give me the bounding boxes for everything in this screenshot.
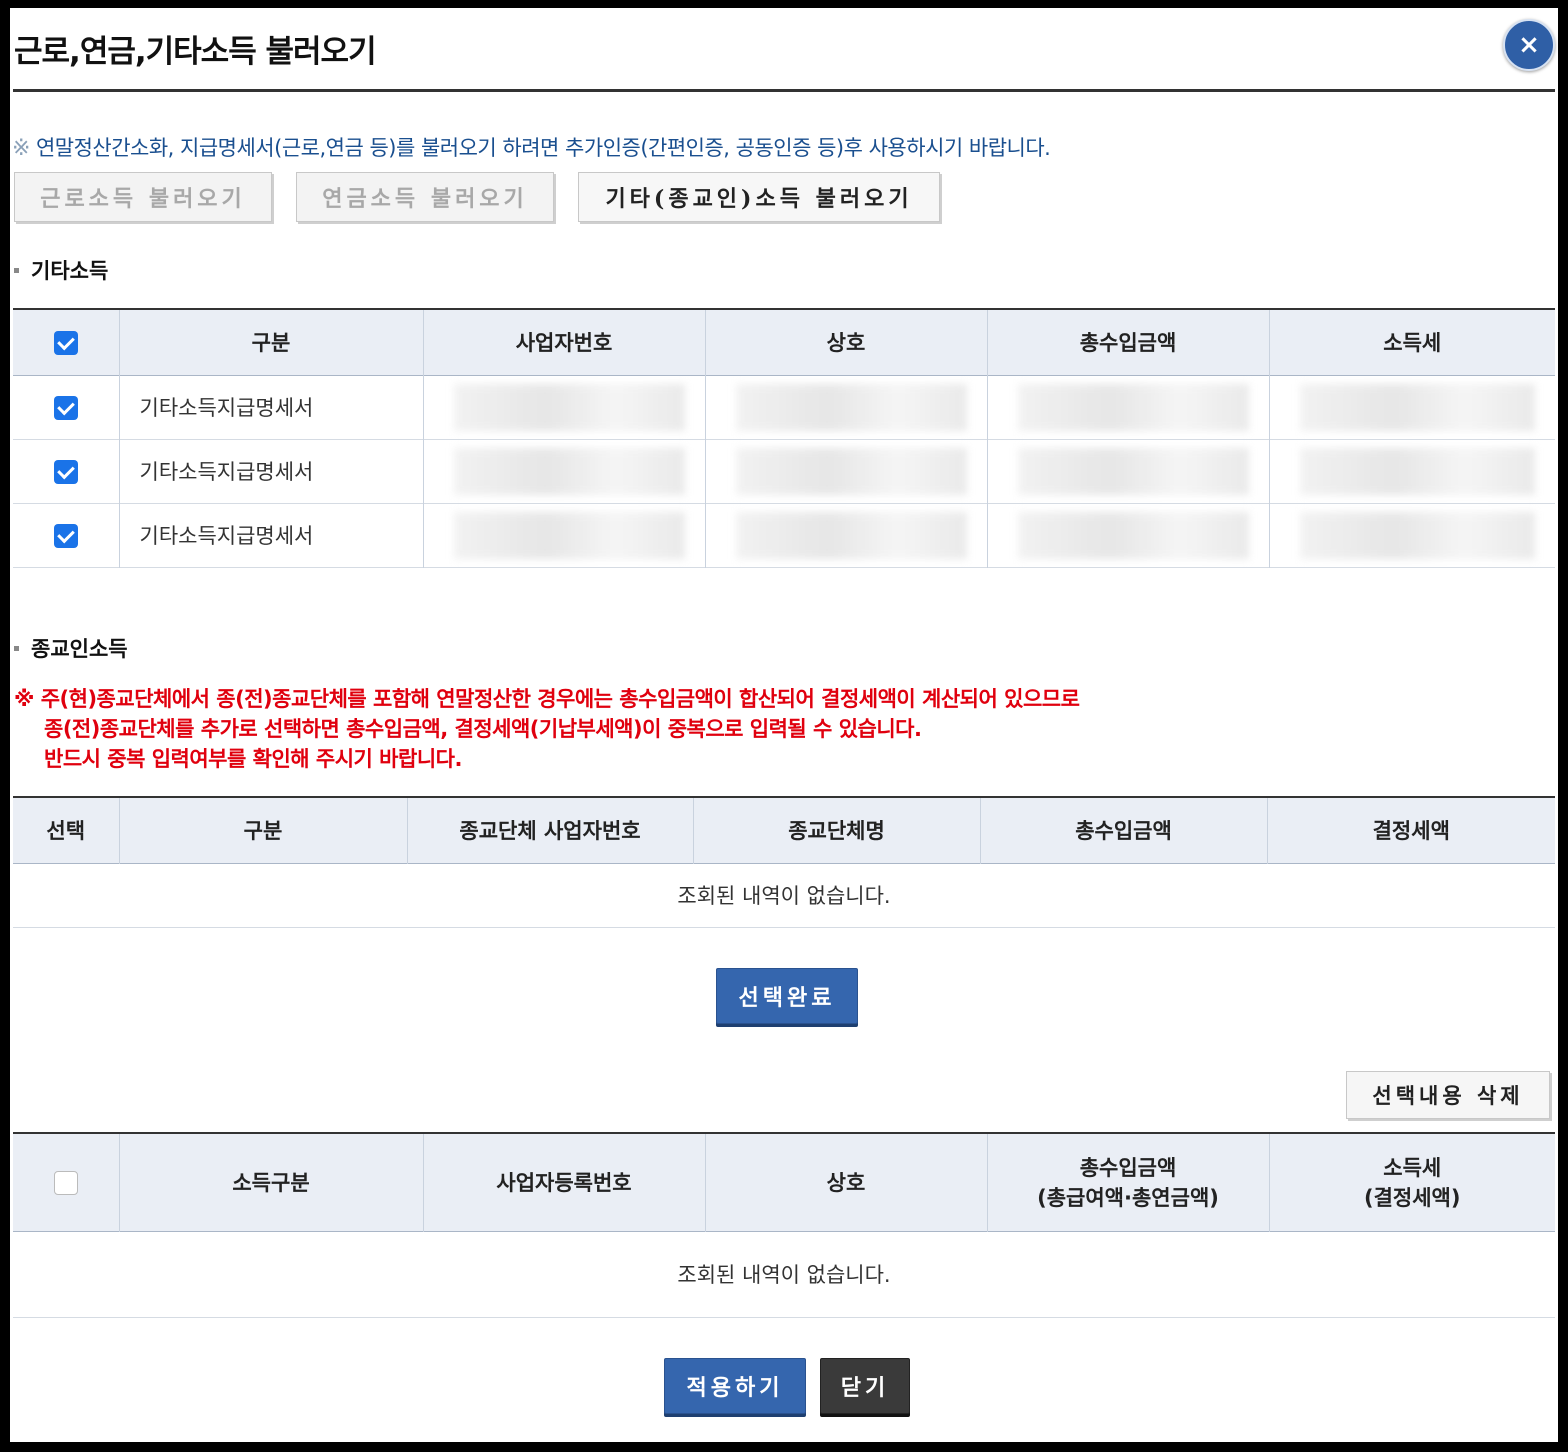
row-checkbox[interactable]: [53, 459, 78, 484]
notice-mark-icon: ※: [12, 136, 30, 161]
religious-income-heading: 종교인소득: [14, 633, 128, 663]
column-header: 총수입금액 (총급여액·총연금액): [987, 1133, 1270, 1231]
column-header: 총수입금액: [987, 309, 1270, 375]
column-header-line: 총수입금액: [1079, 1156, 1177, 1181]
delete-selected-button[interactable]: 선택내용 삭제: [1346, 1071, 1550, 1119]
redacted-cell: [705, 503, 988, 567]
redacted-cell: [987, 503, 1270, 567]
select-all-checkbox[interactable]: [53, 1170, 78, 1195]
column-header: 상호: [705, 1133, 988, 1231]
redacted-cell: [705, 439, 988, 503]
column-header: 사업자번호: [423, 309, 706, 375]
empty-row: 조회된 내역이 없습니다.: [13, 863, 1555, 927]
notice-text: 연말정산간소화, 지급명세서(근로,연금 등)를 불러오기 하려면 추가인증(간…: [35, 136, 1051, 160]
redacted-cell: [705, 375, 988, 439]
column-header: 소득세 (결정세액): [1269, 1133, 1555, 1231]
religious-income-table: 선택 구분 종교단체 사업자번호 종교단체명 총수입금액 결정세액 조회된 내역…: [13, 796, 1555, 928]
row-select-cell: [13, 439, 120, 503]
row-checkbox[interactable]: [53, 523, 78, 548]
column-header: 소득구분: [119, 1133, 424, 1231]
bullet-icon: [14, 267, 19, 273]
redacted-cell: [423, 375, 706, 439]
column-header: 상호: [705, 309, 988, 375]
column-header-line: (총급여액·총연금액): [1037, 1186, 1219, 1211]
warning-line: 종(전)종교단체를 추가로 선택하면 총수입금액, 결정세액(기납부세액)이 중…: [44, 717, 922, 741]
warning-line: 반드시 중복 입력여부를 확인해 주시기 바랍니다.: [44, 747, 462, 771]
table-header-row: 소득구분 사업자등록번호 상호 총수입금액 (총급여액·총연금액) 소득세 (결…: [13, 1133, 1555, 1231]
header-select-all: [13, 1133, 120, 1231]
column-header: 종교단체 사업자번호: [407, 797, 694, 863]
screen-frame: 근로,연금,기타소득 불러오기 × ※ 연말정산간소화, 지급명세서(근로,연금 …: [0, 0, 1568, 1452]
column-header: 결정세액: [1372, 819, 1450, 844]
table-header-row: 구분 사업자번호 상호 총수입금액 소득세: [13, 309, 1555, 375]
column-header: 선택: [13, 797, 120, 863]
redacted-cell: [987, 439, 1270, 503]
table-header-row: 선택 구분 종교단체 사업자번호 종교단체명 총수입금액 결정세액: [13, 797, 1555, 863]
table-row[interactable]: 기타소득지급명세서: [13, 439, 1555, 503]
warning-line: ※ 주(현)종교단체에서 종(전)종교단체를 포함해 연말정산한 경우에는 총수…: [14, 687, 1080, 711]
select-done-button[interactable]: 선택완료: [716, 968, 858, 1024]
apply-button[interactable]: 적용하기: [664, 1358, 806, 1414]
bullet-icon: [14, 645, 19, 651]
redacted-cell: [423, 503, 706, 567]
column-header: 총수입금액: [980, 797, 1268, 863]
table-row[interactable]: 기타소득지급명세서: [13, 503, 1555, 567]
column-header: 구분: [119, 797, 408, 863]
empty-message: 조회된 내역이 없습니다.: [677, 1263, 891, 1287]
income-type-cell: 기타소득지급명세서: [119, 503, 424, 567]
load-income-dialog: 근로,연금,기타소득 불러오기 × ※ 연말정산간소화, 지급명세서(근로,연금 …: [10, 8, 1558, 1442]
row-select-cell: [13, 375, 120, 439]
auth-notice: ※ 연말정산간소화, 지급명세서(근로,연금 등)를 불러오기 하려면 추가인증(…: [12, 132, 1051, 162]
empty-row: 조회된 내역이 없습니다.: [13, 1231, 1555, 1317]
column-header-line: (결정세액): [1364, 1186, 1461, 1211]
load-other-income-button[interactable]: 기타(종교인)소득 불러오기: [578, 172, 940, 222]
redacted-cell: [1269, 439, 1555, 503]
column-header: 구분: [119, 309, 424, 375]
title-divider: [13, 89, 1555, 92]
income-type-cell: 기타소득지급명세서: [119, 439, 424, 503]
header-select-all: [13, 309, 120, 375]
load-pension-income-button[interactable]: 연금소득 불러오기: [296, 172, 554, 222]
other-income-heading-text: 기타소득: [31, 259, 109, 283]
load-earned-income-button[interactable]: 근로소득 불러오기: [14, 172, 272, 222]
redacted-cell: [1269, 375, 1555, 439]
column-header: 종교단체명: [693, 797, 981, 863]
table-row[interactable]: 기타소득지급명세서: [13, 375, 1555, 439]
close-icon[interactable]: ×: [1503, 19, 1555, 71]
row-select-cell: [13, 503, 120, 567]
income-type-cell: 기타소득지급명세서: [119, 375, 424, 439]
redacted-cell: [987, 375, 1270, 439]
column-header: 사업자등록번호: [423, 1133, 706, 1231]
row-checkbox[interactable]: [53, 395, 78, 420]
select-all-checkbox[interactable]: [53, 330, 78, 355]
dialog-title: 근로,연금,기타소득 불러오기: [14, 34, 377, 70]
empty-message: 조회된 내역이 없습니다.: [677, 884, 891, 908]
close-button[interactable]: 닫기: [820, 1358, 910, 1414]
redacted-cell: [1269, 503, 1555, 567]
column-header-line: 소득세: [1383, 1156, 1442, 1181]
applied-income-table: 소득구분 사업자등록번호 상호 총수입금액 (총급여액·총연금액) 소득세 (결…: [13, 1132, 1555, 1318]
other-income-heading: 기타소득: [14, 255, 108, 285]
religious-income-heading-text: 종교인소득: [31, 637, 128, 661]
other-income-table: 구분 사업자번호 상호 총수입금액 소득세 기타소득지급명세서 기타소득지급명세…: [13, 308, 1555, 568]
redacted-cell: [423, 439, 706, 503]
column-header: 소득세: [1383, 331, 1442, 356]
duplicate-warning: ※ 주(현)종교단체에서 종(전)종교단체를 포함해 연말정산한 경우에는 총수…: [14, 684, 1080, 774]
